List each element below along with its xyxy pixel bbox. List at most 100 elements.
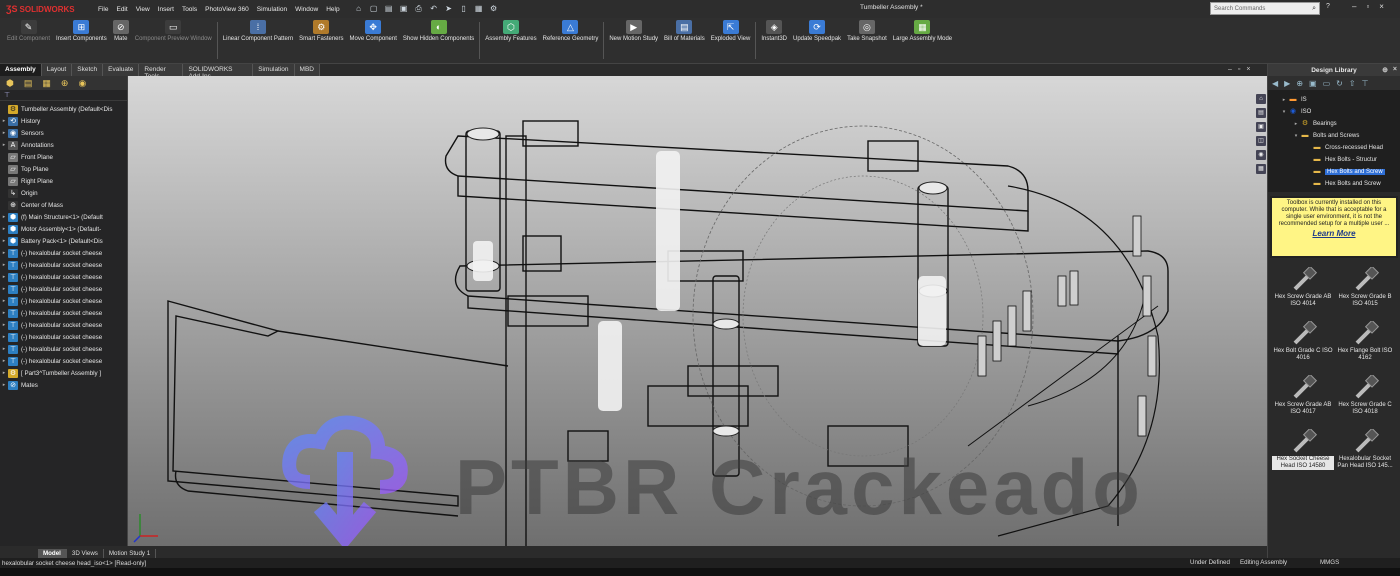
learn-more-link[interactable]: Learn More bbox=[1276, 230, 1392, 238]
tree-item[interactable]: ▱ Front Plane bbox=[0, 151, 127, 163]
undo-icon[interactable]: ↶ bbox=[429, 4, 439, 14]
add-to-library-icon[interactable]: ⊕ bbox=[1296, 79, 1303, 88]
up-one-level-icon[interactable]: ⇧ bbox=[1349, 79, 1356, 88]
preview-window-button[interactable]: ▭ Component Preview Window bbox=[132, 18, 215, 63]
create-folder-icon[interactable]: ▭ bbox=[1323, 79, 1331, 88]
refresh-icon[interactable]: ↻ bbox=[1336, 79, 1343, 88]
menu-item[interactable]: Edit bbox=[116, 6, 127, 13]
snapshot-button[interactable]: ◎ Take Snapshot bbox=[844, 18, 890, 63]
library-tree-item[interactable]: ▾ ▬ Bolts and Screws bbox=[1268, 130, 1400, 142]
tree-item[interactable]: ▸ ⬢ Battery Pack<1> (Default<Dis bbox=[0, 235, 127, 247]
move-component-button[interactable]: ✥ Move Component bbox=[347, 18, 400, 63]
library-item[interactable]: Hex Screw Grade C ISO 4018 bbox=[1334, 374, 1396, 416]
expand-arrow-icon[interactable]: ▸ bbox=[0, 370, 8, 376]
library-item[interactable]: Hex Bolt Grade C ISO 4016 bbox=[1272, 320, 1334, 362]
tree-item[interactable]: ▸ ⊤ (-) hexalobular socket cheese bbox=[0, 259, 127, 271]
menu-item[interactable]: Help bbox=[326, 6, 339, 13]
tree-item[interactable]: ▸ ⊤ (-) hexalobular socket cheese bbox=[0, 331, 127, 343]
new-document-icon[interactable]: ▢ bbox=[369, 4, 379, 14]
appearances-tab-icon[interactable]: ◉ bbox=[1256, 150, 1266, 160]
file-explorer-tab-icon[interactable]: ▣ bbox=[1256, 122, 1266, 132]
library-item[interactable]: Hex Flange Bolt ISO 4162 bbox=[1334, 320, 1396, 362]
expand-arrow-icon[interactable]: ▸ bbox=[0, 130, 8, 136]
expand-arrow-icon[interactable]: ▸ bbox=[0, 382, 8, 388]
bottom-tab-3d-views[interactable]: 3D Views bbox=[67, 549, 104, 558]
minimize-icon[interactable]: – bbox=[1352, 2, 1356, 11]
close-icon[interactable]: × bbox=[1379, 2, 1384, 11]
graphics-area[interactable]: ⤢ ⌕ ↺ ◧ ❒ ◫ ◉ ✺ ◐ ▭ PTBR Crackeado bbox=[128, 76, 1267, 546]
pattern-button[interactable]: ⁞ Linear Component Pattern bbox=[220, 18, 296, 63]
view-palette-tab-icon[interactable]: ◫ bbox=[1256, 136, 1266, 146]
menu-item[interactable]: Simulation bbox=[257, 6, 287, 13]
help-icon[interactable]: ? bbox=[1326, 3, 1330, 10]
tree-root[interactable]: ⚙ Tumbeller Assembly (Default<Dis bbox=[0, 103, 127, 115]
expand-arrow-icon[interactable]: ▾ bbox=[1280, 109, 1288, 115]
tree-item[interactable]: ▱ Top Plane bbox=[0, 163, 127, 175]
pin-icon[interactable]: ⊕ bbox=[1382, 66, 1388, 74]
large-assembly-button[interactable]: ▦ Large Assembly Mode bbox=[890, 18, 955, 63]
tree-item[interactable]: ↳ Origin bbox=[0, 187, 127, 199]
tab-sketch[interactable]: Sketch bbox=[72, 64, 104, 76]
tree-item[interactable]: ▸ ⊘ Mates bbox=[0, 379, 127, 391]
motion-study-button[interactable]: ▶ New Motion Study bbox=[606, 18, 661, 63]
add-file-location-icon[interactable]: ▣ bbox=[1309, 79, 1317, 88]
tree-item[interactable]: ▸ ⊤ (-) hexalobular socket cheese bbox=[0, 283, 127, 295]
filter-library-icon[interactable]: ⊤ bbox=[1362, 79, 1369, 88]
tree-item[interactable]: ▸ ⬢ (f) Main Structure<1> (Default bbox=[0, 211, 127, 223]
property-manager-tab-icon[interactable]: ▤ bbox=[24, 78, 33, 89]
tree-item[interactable]: ▸ ⊤ (-) hexalobular socket cheese bbox=[0, 295, 127, 307]
speedpak-button[interactable]: ⟳ Update Speedpak bbox=[790, 18, 844, 63]
open-icon[interactable]: ▤ bbox=[384, 4, 394, 14]
custom-properties-tab-icon[interactable]: ▦ bbox=[1256, 164, 1266, 174]
viewport-minimize-icon[interactable]: – bbox=[1228, 66, 1232, 73]
bom-button[interactable]: ▤ Bill of Materials bbox=[661, 18, 708, 63]
expand-arrow-icon[interactable]: ▸ bbox=[0, 322, 8, 328]
tree-item[interactable]: ▱ Right Plane bbox=[0, 175, 127, 187]
library-item[interactable]: Hex Screw Grade AB ISO 4014 bbox=[1272, 266, 1334, 308]
exploded-view-button[interactable]: ⇱ Exploded View bbox=[708, 18, 754, 63]
expand-arrow-icon[interactable]: ▸ bbox=[0, 346, 8, 352]
library-tree-item[interactable]: ▸ ⚙ Bearings bbox=[1268, 118, 1400, 130]
library-tree-item[interactable]: ▬ Hex Bolts and Screw bbox=[1268, 178, 1400, 190]
menu-item[interactable]: File bbox=[98, 6, 108, 13]
smart-fasteners-button[interactable]: ⚙ Smart Fasteners bbox=[296, 18, 346, 63]
tab-evaluate[interactable]: Evaluate bbox=[103, 64, 140, 76]
tree-item[interactable]: ▸ ◉ Sensors bbox=[0, 127, 127, 139]
tab-render-tools[interactable]: Render Tools bbox=[139, 64, 184, 80]
tree-item[interactable]: ▸ ⊤ (-) hexalobular socket cheese bbox=[0, 319, 127, 331]
expand-arrow-icon[interactable]: ▸ bbox=[0, 262, 8, 268]
rebuild-icon[interactable]: ▯ bbox=[459, 4, 469, 14]
tree-filter[interactable]: ⊤ bbox=[0, 90, 127, 101]
bottom-tab-motion-study-1[interactable]: Motion Study 1 bbox=[104, 549, 157, 558]
reference-geometry-button[interactable]: △ Reference Geometry bbox=[540, 18, 602, 63]
tree-item[interactable]: ⊕ Center of Mass bbox=[0, 199, 127, 211]
expand-arrow-icon[interactable]: ▸ bbox=[0, 142, 8, 148]
file-properties-icon[interactable]: ▦ bbox=[474, 4, 484, 14]
select-icon[interactable]: ➤ bbox=[444, 4, 454, 14]
library-item[interactable]: Hexalobular Socket Pan Head ISO 145... bbox=[1334, 428, 1396, 470]
expand-arrow-icon[interactable]: ▸ bbox=[0, 238, 8, 244]
design-library-tab-icon[interactable]: ▤ bbox=[1256, 108, 1266, 118]
library-tree-item[interactable]: ▬ Hex Bolts and Screw bbox=[1268, 166, 1400, 178]
tab-solidworks-add-ins[interactable]: SOLIDWORKS Add-Ins bbox=[183, 64, 254, 80]
bottom-tab-model[interactable]: Model bbox=[38, 549, 67, 558]
edit-component-button[interactable]: ✎ Edit Component bbox=[4, 18, 53, 63]
back-icon[interactable]: ◀ bbox=[1272, 79, 1278, 88]
tab-layout[interactable]: Layout bbox=[42, 64, 73, 76]
menu-item[interactable]: PhotoView 360 bbox=[205, 6, 249, 13]
expand-arrow-icon[interactable]: ▸ bbox=[0, 334, 8, 340]
expand-arrow-icon[interactable]: ▸ bbox=[1280, 97, 1288, 103]
tree-item[interactable]: ▸ ⬢ Motor Assembly<1> (Default- bbox=[0, 223, 127, 235]
expand-arrow-icon[interactable]: ▸ bbox=[0, 274, 8, 280]
expand-arrow-icon[interactable]: ▸ bbox=[0, 358, 8, 364]
dimxpert-tab-icon[interactable]: ⊕ bbox=[61, 78, 69, 89]
menu-item[interactable]: Window bbox=[295, 6, 318, 13]
tree-item[interactable]: ▸ ⊤ (-) hexalobular socket cheese bbox=[0, 355, 127, 367]
assembly-features-button[interactable]: ⬡ Assembly Features bbox=[482, 18, 539, 63]
home-icon[interactable]: ⌂ bbox=[354, 4, 364, 14]
tab-mbd[interactable]: MBD bbox=[295, 64, 320, 76]
library-tree-item[interactable]: ▾ ◉ ISO bbox=[1268, 106, 1400, 118]
save-icon[interactable]: ▣ bbox=[399, 4, 409, 14]
tree-item[interactable]: ▸ ⊤ (-) hexalobular socket cheese bbox=[0, 247, 127, 259]
mate-button[interactable]: ⊘ Mate bbox=[110, 18, 132, 63]
